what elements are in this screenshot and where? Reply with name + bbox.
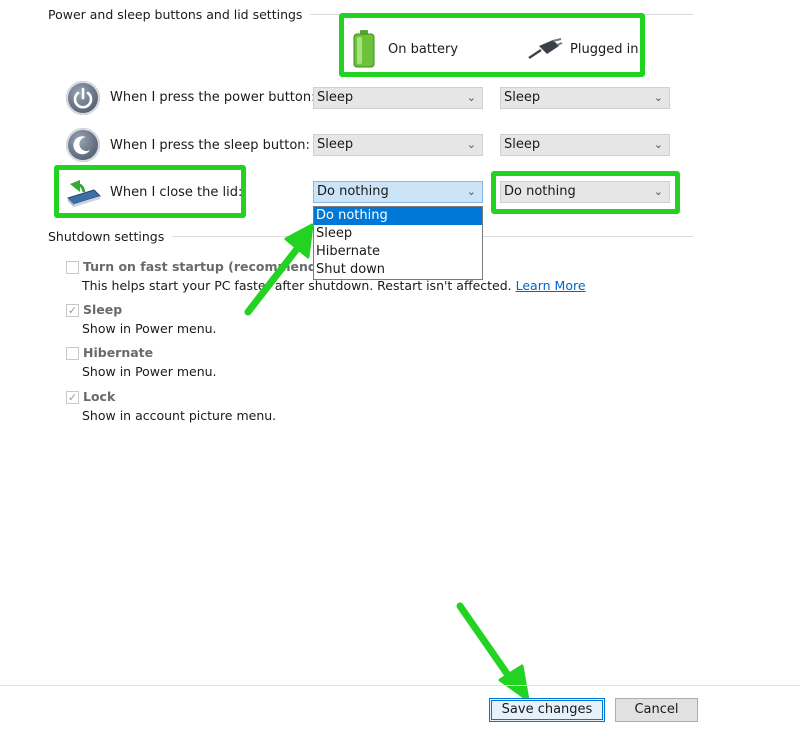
shutdown-section-title: Shutdown settings bbox=[48, 229, 173, 244]
fast-startup-checkbox[interactable] bbox=[66, 261, 79, 274]
sleep-button-icon bbox=[66, 128, 100, 162]
sleep-option-title: Sleep bbox=[83, 302, 123, 317]
hibernate-option-title: Hibernate bbox=[83, 345, 154, 360]
lock-option-desc: Show in account picture menu. bbox=[82, 408, 277, 423]
annotation-arrow-icon bbox=[244, 223, 314, 316]
power-button-plugged-select[interactable]: Sleep ⌄ bbox=[500, 87, 670, 109]
power-button-plugged-value: Sleep bbox=[504, 90, 541, 105]
power-button-label: When I press the power button: bbox=[110, 90, 316, 105]
sleep-button-label: When I press the sleep button: bbox=[110, 138, 310, 153]
power-button-battery-select[interactable]: Sleep ⌄ bbox=[313, 87, 483, 109]
close-lid-battery-select[interactable]: Do nothing ⌄ bbox=[313, 181, 483, 203]
highlight-box-plugged-lid bbox=[491, 171, 680, 214]
chevron-down-icon: ⌄ bbox=[466, 91, 476, 104]
save-changes-button[interactable]: Save changes bbox=[489, 698, 605, 722]
sleep-button-battery-value: Sleep bbox=[317, 137, 354, 152]
hibernate-option-desc: Show in Power menu. bbox=[82, 364, 217, 379]
sleep-option-desc: Show in Power menu. bbox=[82, 321, 217, 336]
lock-option-title: Lock bbox=[83, 389, 116, 404]
sleep-button-plugged-value: Sleep bbox=[504, 137, 541, 152]
chevron-down-icon: ⌄ bbox=[653, 91, 663, 104]
close-lid-battery-value: Do nothing bbox=[317, 184, 389, 199]
sleep-button-plugged-select[interactable]: Sleep ⌄ bbox=[500, 134, 670, 156]
footer-divider bbox=[0, 685, 800, 686]
power-button-battery-value: Sleep bbox=[317, 90, 354, 105]
power-button-icon bbox=[66, 81, 100, 115]
cancel-button[interactable]: Cancel bbox=[615, 698, 698, 722]
annotation-arrow-icon bbox=[456, 602, 530, 702]
sleep-button-battery-select[interactable]: Sleep ⌄ bbox=[313, 134, 483, 156]
lock-checkbox[interactable]: ✓ bbox=[66, 391, 79, 404]
hibernate-checkbox[interactable] bbox=[66, 347, 79, 360]
highlight-box-close-lid bbox=[54, 165, 246, 218]
chevron-down-icon: ⌄ bbox=[466, 138, 476, 151]
chevron-down-icon: ⌄ bbox=[466, 185, 476, 198]
sleep-checkbox[interactable]: ✓ bbox=[66, 304, 79, 317]
power-section-title: Power and sleep buttons and lid settings bbox=[48, 7, 311, 22]
learn-more-link[interactable]: Learn More bbox=[516, 278, 586, 293]
chevron-down-icon: ⌄ bbox=[653, 138, 663, 151]
highlight-box-column-headers bbox=[339, 13, 645, 77]
